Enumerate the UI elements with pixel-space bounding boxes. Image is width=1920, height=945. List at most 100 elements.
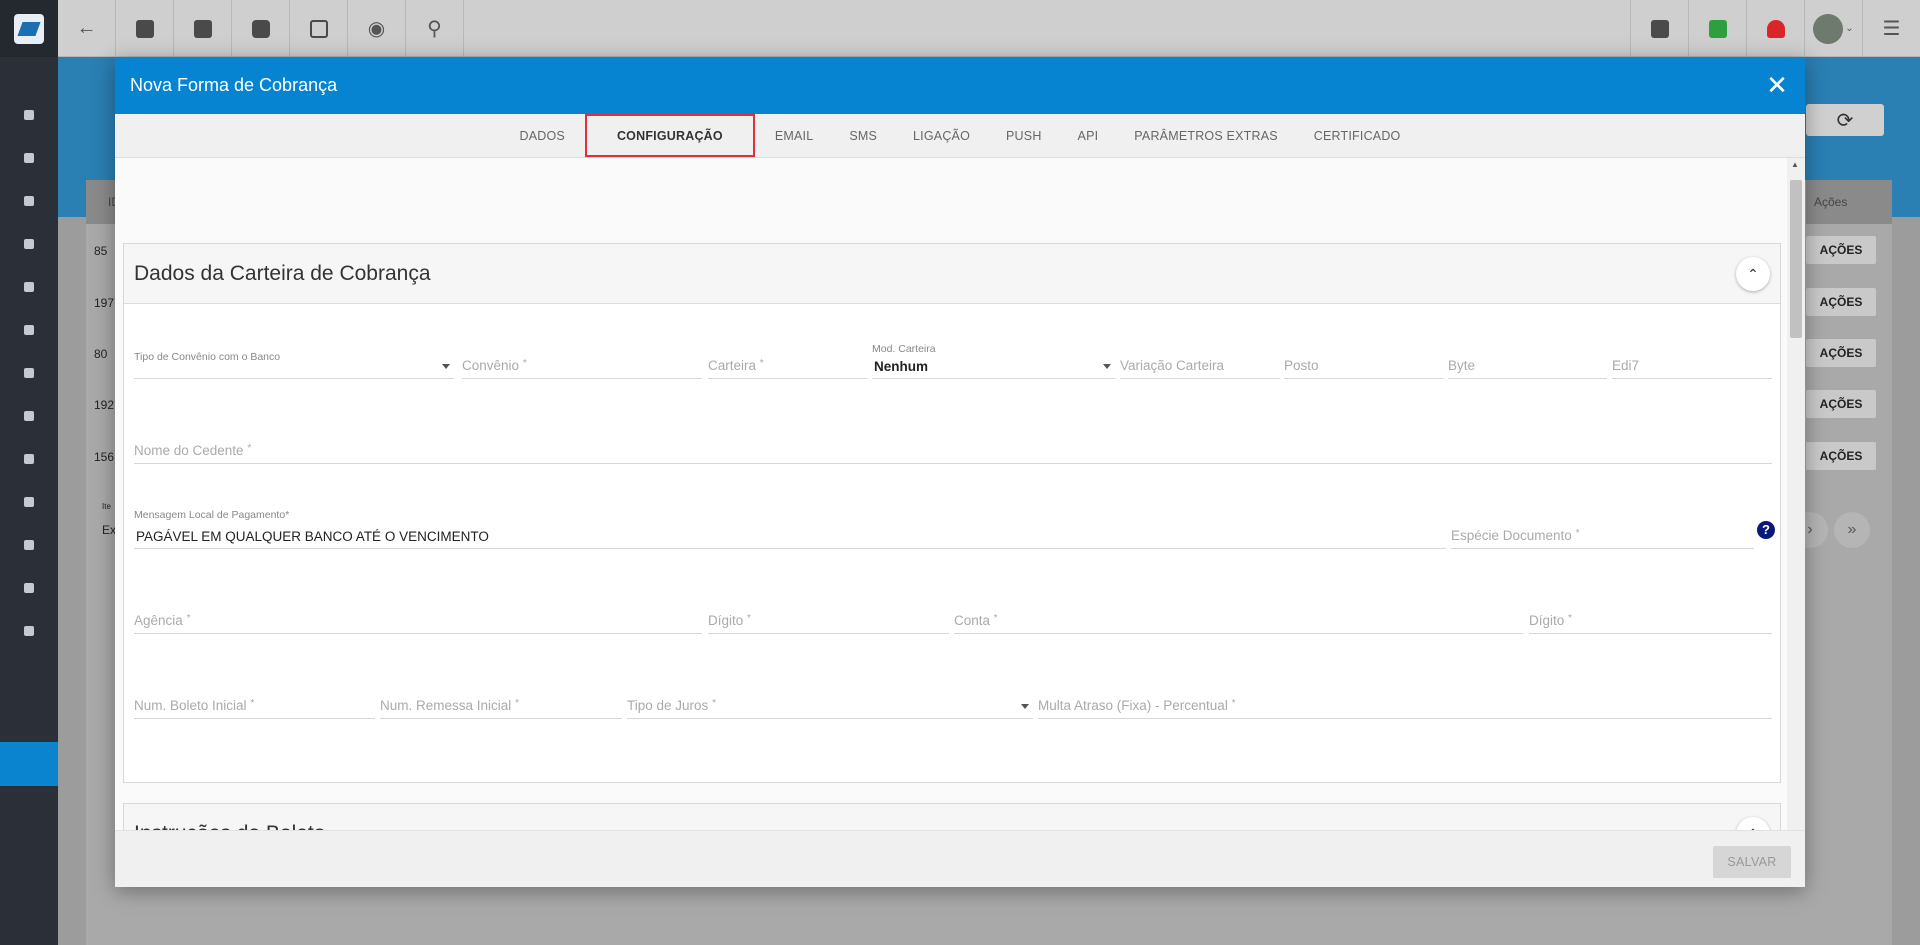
left-sidebar — [0, 0, 58, 945]
user-avatar[interactable]: ⌄ — [1804, 0, 1862, 57]
digito-agencia-field[interactable]: Dígito * — [708, 606, 949, 634]
tab-email[interactable]: EMAIL — [757, 114, 832, 157]
tab-ligacao[interactable]: LIGAÇÃO — [895, 114, 988, 157]
list-menu-icon[interactable]: ☰ — [1862, 0, 1920, 57]
panel-instrucoes-boleto: Instruções do Boleto ⌃ — [123, 803, 1781, 830]
close-icon[interactable]: ✕ — [1763, 71, 1791, 99]
nome-cedente-field[interactable]: Nome do Cedente * — [134, 436, 1772, 464]
eye-icon[interactable]: ◉ — [348, 0, 406, 57]
table-header-id: ID — [86, 180, 120, 224]
field-label: Posto — [1284, 358, 1319, 373]
checked-chat-icon[interactable] — [1688, 0, 1746, 57]
required-mark: * — [285, 509, 290, 521]
field-label: Agência — [134, 613, 183, 628]
box-icon[interactable] — [0, 363, 58, 383]
alarm-bell-icon[interactable] — [1746, 0, 1804, 57]
calendar-clock-icon[interactable] — [174, 0, 232, 57]
field-label: Convênio — [462, 358, 520, 373]
field-label: Multa Atraso (Fixa) - Percentual — [1038, 698, 1228, 713]
pdf-icon[interactable] — [1630, 0, 1688, 57]
byte-field[interactable]: Byte — [1448, 351, 1607, 379]
edi7-field[interactable]: Edi7 — [1612, 351, 1772, 379]
field-label: Mensagem Local de Pagamento — [134, 509, 286, 521]
collapse-icon[interactable]: ⌃ — [1736, 817, 1770, 830]
acoes-button[interactable]: AÇÕES — [1806, 288, 1876, 316]
search-icon[interactable]: ⚲ — [406, 0, 464, 57]
acoes-button[interactable]: AÇÕES — [1806, 339, 1876, 367]
required-mark: * — [993, 613, 998, 624]
tab-push[interactable]: PUSH — [988, 114, 1060, 157]
field-label: Byte — [1448, 358, 1476, 373]
help-icon[interactable]: ? — [1757, 521, 1775, 539]
acoes-button[interactable]: AÇÕES — [1806, 390, 1876, 418]
multa-atraso-field[interactable]: Multa Atraso (Fixa) - Percentual * — [1038, 691, 1772, 719]
contacts-icon[interactable] — [0, 191, 58, 211]
back-arrow-icon[interactable]: ← — [58, 0, 116, 57]
panel-title-text: Dados da Carteira de Cobrança — [134, 261, 431, 285]
table-header-acoes: Ações — [1806, 180, 1892, 224]
panel-dados-carteira: Dados da Carteira de Cobrança ⌃ Tipo de … — [123, 243, 1781, 783]
pie-chart-icon[interactable] — [0, 148, 58, 168]
variacao-carteira-field[interactable]: Variação Carteira — [1120, 351, 1280, 379]
gear-icon[interactable] — [0, 621, 58, 641]
conta-field[interactable]: Conta * — [954, 606, 1523, 634]
dropdown-arrow-icon — [1103, 364, 1111, 369]
modal-content: Dados da Carteira de Cobrança ⌃ Tipo de … — [115, 158, 1787, 830]
modal-title: Nova Forma de Cobrança — [130, 75, 338, 95]
field-label: Edi7 — [1612, 358, 1640, 373]
carteira-field[interactable]: Carteira * — [708, 351, 867, 379]
required-mark: * — [1231, 698, 1236, 709]
acoes-button[interactable]: AÇÕES — [1806, 236, 1876, 264]
sidebar-active-item[interactable] — [0, 742, 58, 786]
collapse-icon[interactable]: ⌃ — [1736, 257, 1770, 291]
mensagem-local-pagamento-field[interactable]: Mensagem Local de Pagamento* PAGÁVEL EM … — [134, 509, 1446, 549]
tipo-juros-select[interactable]: Tipo de Juros * — [627, 691, 1033, 719]
field-label: Variação Carteira — [1120, 358, 1225, 373]
dropdown-arrow-icon — [1021, 704, 1029, 709]
save-button[interactable]: SALVAR — [1713, 846, 1791, 878]
tab-sms[interactable]: SMS — [831, 114, 895, 157]
tab-parametros-extras[interactable]: PARÂMETROS EXTRAS — [1116, 114, 1295, 157]
required-mark: * — [250, 698, 255, 709]
scroll-up-icon[interactable]: ▲ — [1791, 160, 1799, 169]
schedule-icon[interactable] — [0, 277, 58, 297]
posto-field[interactable]: Posto — [1284, 351, 1443, 379]
field-label: Tipo de Juros — [627, 698, 709, 713]
dropdown-arrow-icon — [442, 364, 450, 369]
agencia-field[interactable]: Agência * — [134, 606, 702, 634]
contact-card-icon[interactable] — [116, 0, 174, 57]
tab-api[interactable]: API — [1060, 114, 1117, 157]
acoes-button[interactable]: AÇÕES — [1806, 442, 1876, 470]
tab-dados[interactable]: DADOS — [502, 114, 583, 157]
list-icon[interactable] — [0, 492, 58, 512]
server-icon[interactable] — [0, 535, 58, 555]
num-boleto-inicial-field[interactable]: Num. Boleto Inicial * — [134, 691, 375, 719]
especie-documento-field[interactable]: Espécie Documento * — [1451, 521, 1754, 549]
scrollbar-thumb[interactable] — [1790, 180, 1802, 338]
document-icon[interactable] — [0, 578, 58, 598]
briefcase-icon[interactable] — [0, 320, 58, 340]
num-remessa-inicial-field[interactable]: Num. Remessa Inicial * — [380, 691, 622, 719]
dollar-icon[interactable] — [232, 0, 290, 57]
mod-carteira-select[interactable]: Mod. Carteira Nenhum — [872, 343, 1115, 379]
tab-configuracao[interactable]: CONFIGURAÇÃO — [584, 114, 755, 157]
board-icon[interactable] — [0, 234, 58, 254]
field-label: Tipo de Convênio com o Banco — [134, 351, 281, 363]
tipo-convenio-select[interactable]: Tipo de Convênio com o Banco — [134, 351, 454, 379]
required-mark: * — [1575, 528, 1580, 539]
app-logo[interactable] — [0, 0, 58, 57]
new-billing-method-modal: Nova Forma de Cobrança ✕ DADOS CONFIGURA… — [115, 57, 1805, 887]
modal-scrollbar[interactable]: ▲ ▼ — [1787, 158, 1805, 870]
refresh-button[interactable]: ⟳ — [1806, 104, 1884, 136]
dashboard-icon[interactable] — [0, 105, 58, 125]
tab-certificado[interactable]: CERTIFICADO — [1296, 114, 1419, 157]
terminal-icon[interactable] — [290, 0, 348, 57]
location-icon[interactable] — [0, 449, 58, 469]
field-label: Dígito — [708, 613, 744, 628]
panel-title-text: Instruções do Boleto — [134, 822, 325, 831]
pagination-last-icon[interactable]: » — [1834, 512, 1870, 548]
money-icon[interactable] — [0, 406, 58, 426]
panel-title: Instruções do Boleto ⌃ — [124, 804, 1780, 830]
digito-conta-field[interactable]: Dígito * — [1529, 606, 1772, 634]
convenio-field[interactable]: Convênio * — [462, 351, 702, 379]
